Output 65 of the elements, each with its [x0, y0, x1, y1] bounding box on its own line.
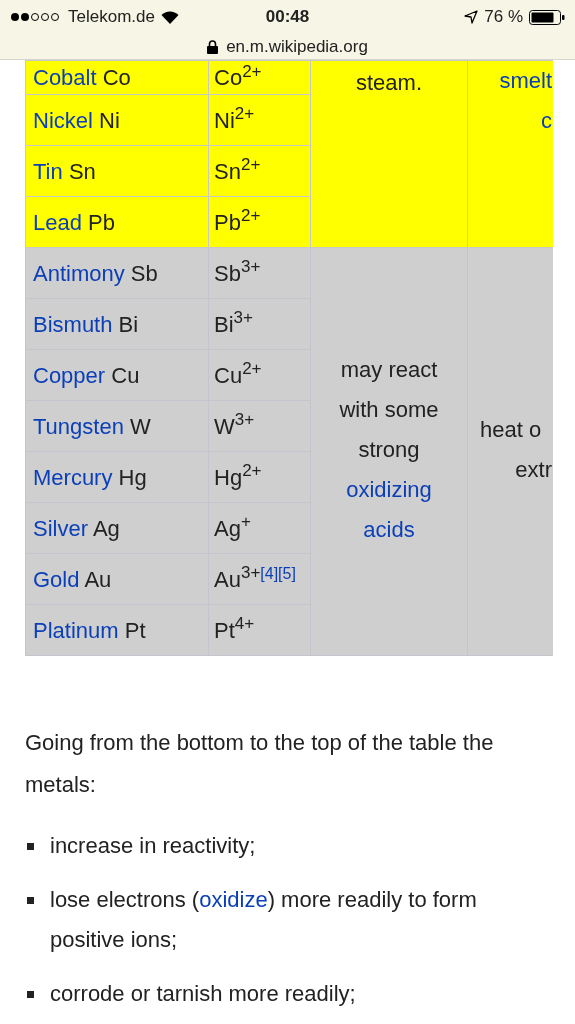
cell-link[interactable]: acids: [363, 510, 415, 550]
ion-formula: Sb$^{3+}$: [214, 260, 261, 286]
element-symbol: Sn: [68, 158, 96, 184]
element-link[interactable]: Tungsten: [33, 413, 124, 439]
element-symbol: Cu: [111, 362, 140, 388]
ion-formula: Cu$^{2+}$: [214, 362, 262, 388]
element-symbol: Pt: [124, 617, 146, 643]
citation-link[interactable]: [4]: [260, 564, 279, 582]
element-symbol: Bi: [118, 311, 139, 337]
cell-link[interactable]: smelt: [499, 61, 552, 101]
wifi-icon: [160, 10, 179, 24]
bullet-icon: [27, 897, 34, 904]
element-link[interactable]: Cobalt: [33, 65, 97, 90]
ion-formula: W$^{3+}$: [214, 413, 255, 439]
address-url[interactable]: en.m.wikipedia.org: [226, 34, 368, 60]
element-link[interactable]: Antimony: [33, 260, 125, 286]
ion-formula: Ni$^{2+}$: [214, 107, 255, 133]
element-symbol: Pb: [88, 209, 115, 235]
element-link[interactable]: Silver: [33, 515, 88, 541]
list-item-text: corrode or tarnish more readily;: [50, 980, 357, 1008]
element-symbol: W: [130, 413, 151, 439]
element-link[interactable]: Lead: [33, 209, 82, 235]
element-link[interactable]: Tin: [33, 158, 63, 184]
element-symbol: Ni: [99, 107, 120, 133]
lock-icon: [207, 39, 219, 54]
element-symbol: Hg: [118, 464, 147, 490]
ion-formula: Sn$^{2+}$: [214, 158, 261, 184]
signal-icon: [10, 12, 62, 22]
bullet-icon: [27, 991, 34, 998]
ion-formula: Co$^{2+}$: [214, 65, 262, 90]
ion-formula: Pb$^{2+}$: [214, 209, 261, 235]
battery-icon: [529, 9, 565, 25]
element-symbol: Sb: [130, 260, 158, 286]
cell-text: may react: [340, 356, 438, 384]
ion-formula: Au$^{3+}$: [214, 566, 261, 592]
text-link[interactable]: oxidize: [199, 887, 268, 912]
cell-text: heat o: [479, 416, 542, 444]
location-arrow-icon: [464, 10, 479, 24]
element-link[interactable]: Platinum: [33, 617, 119, 643]
cell-text: steam.: [356, 69, 422, 97]
ion-formula: Hg$^{2+}$: [214, 464, 262, 490]
ion-formula: Bi$^{3+}$: [214, 311, 253, 337]
citation-link[interactable]: [5]: [278, 564, 296, 582]
element-link[interactable]: Bismuth: [33, 311, 113, 337]
element-symbol: Ag: [92, 515, 120, 541]
cell-text: strong: [358, 436, 420, 464]
ion-formula: Ag$^{+}$: [214, 515, 251, 541]
element-link[interactable]: Copper: [33, 362, 106, 388]
battery-percent: 76 %: [484, 6, 523, 29]
clock-time: 00:48: [265, 6, 310, 29]
element-symbol: Au: [84, 566, 112, 592]
list-item-text: increase in reactivity;: [50, 832, 257, 860]
cell-link[interactable]: oxidizing: [346, 470, 432, 510]
element-symbol: Co: [102, 65, 131, 90]
cell-text: extr: [515, 456, 552, 484]
list-item-text: lose electrons (oxidize) more readily to form positive ions;: [50, 886, 478, 954]
cell-link[interactable]: c: [541, 101, 552, 141]
element-link[interactable]: Gold: [33, 566, 80, 592]
carrier-name: Telekom.de: [68, 6, 155, 29]
bullet-icon: [27, 843, 34, 850]
element-link[interactable]: Nickel: [33, 107, 93, 133]
ion-formula: Pt$^{4+}$: [214, 617, 255, 643]
cell-text: with some: [339, 396, 439, 424]
paragraph-text: Going from the bottom to the top of the table the metals:: [25, 729, 495, 799]
element-link[interactable]: Mercury: [33, 464, 113, 490]
